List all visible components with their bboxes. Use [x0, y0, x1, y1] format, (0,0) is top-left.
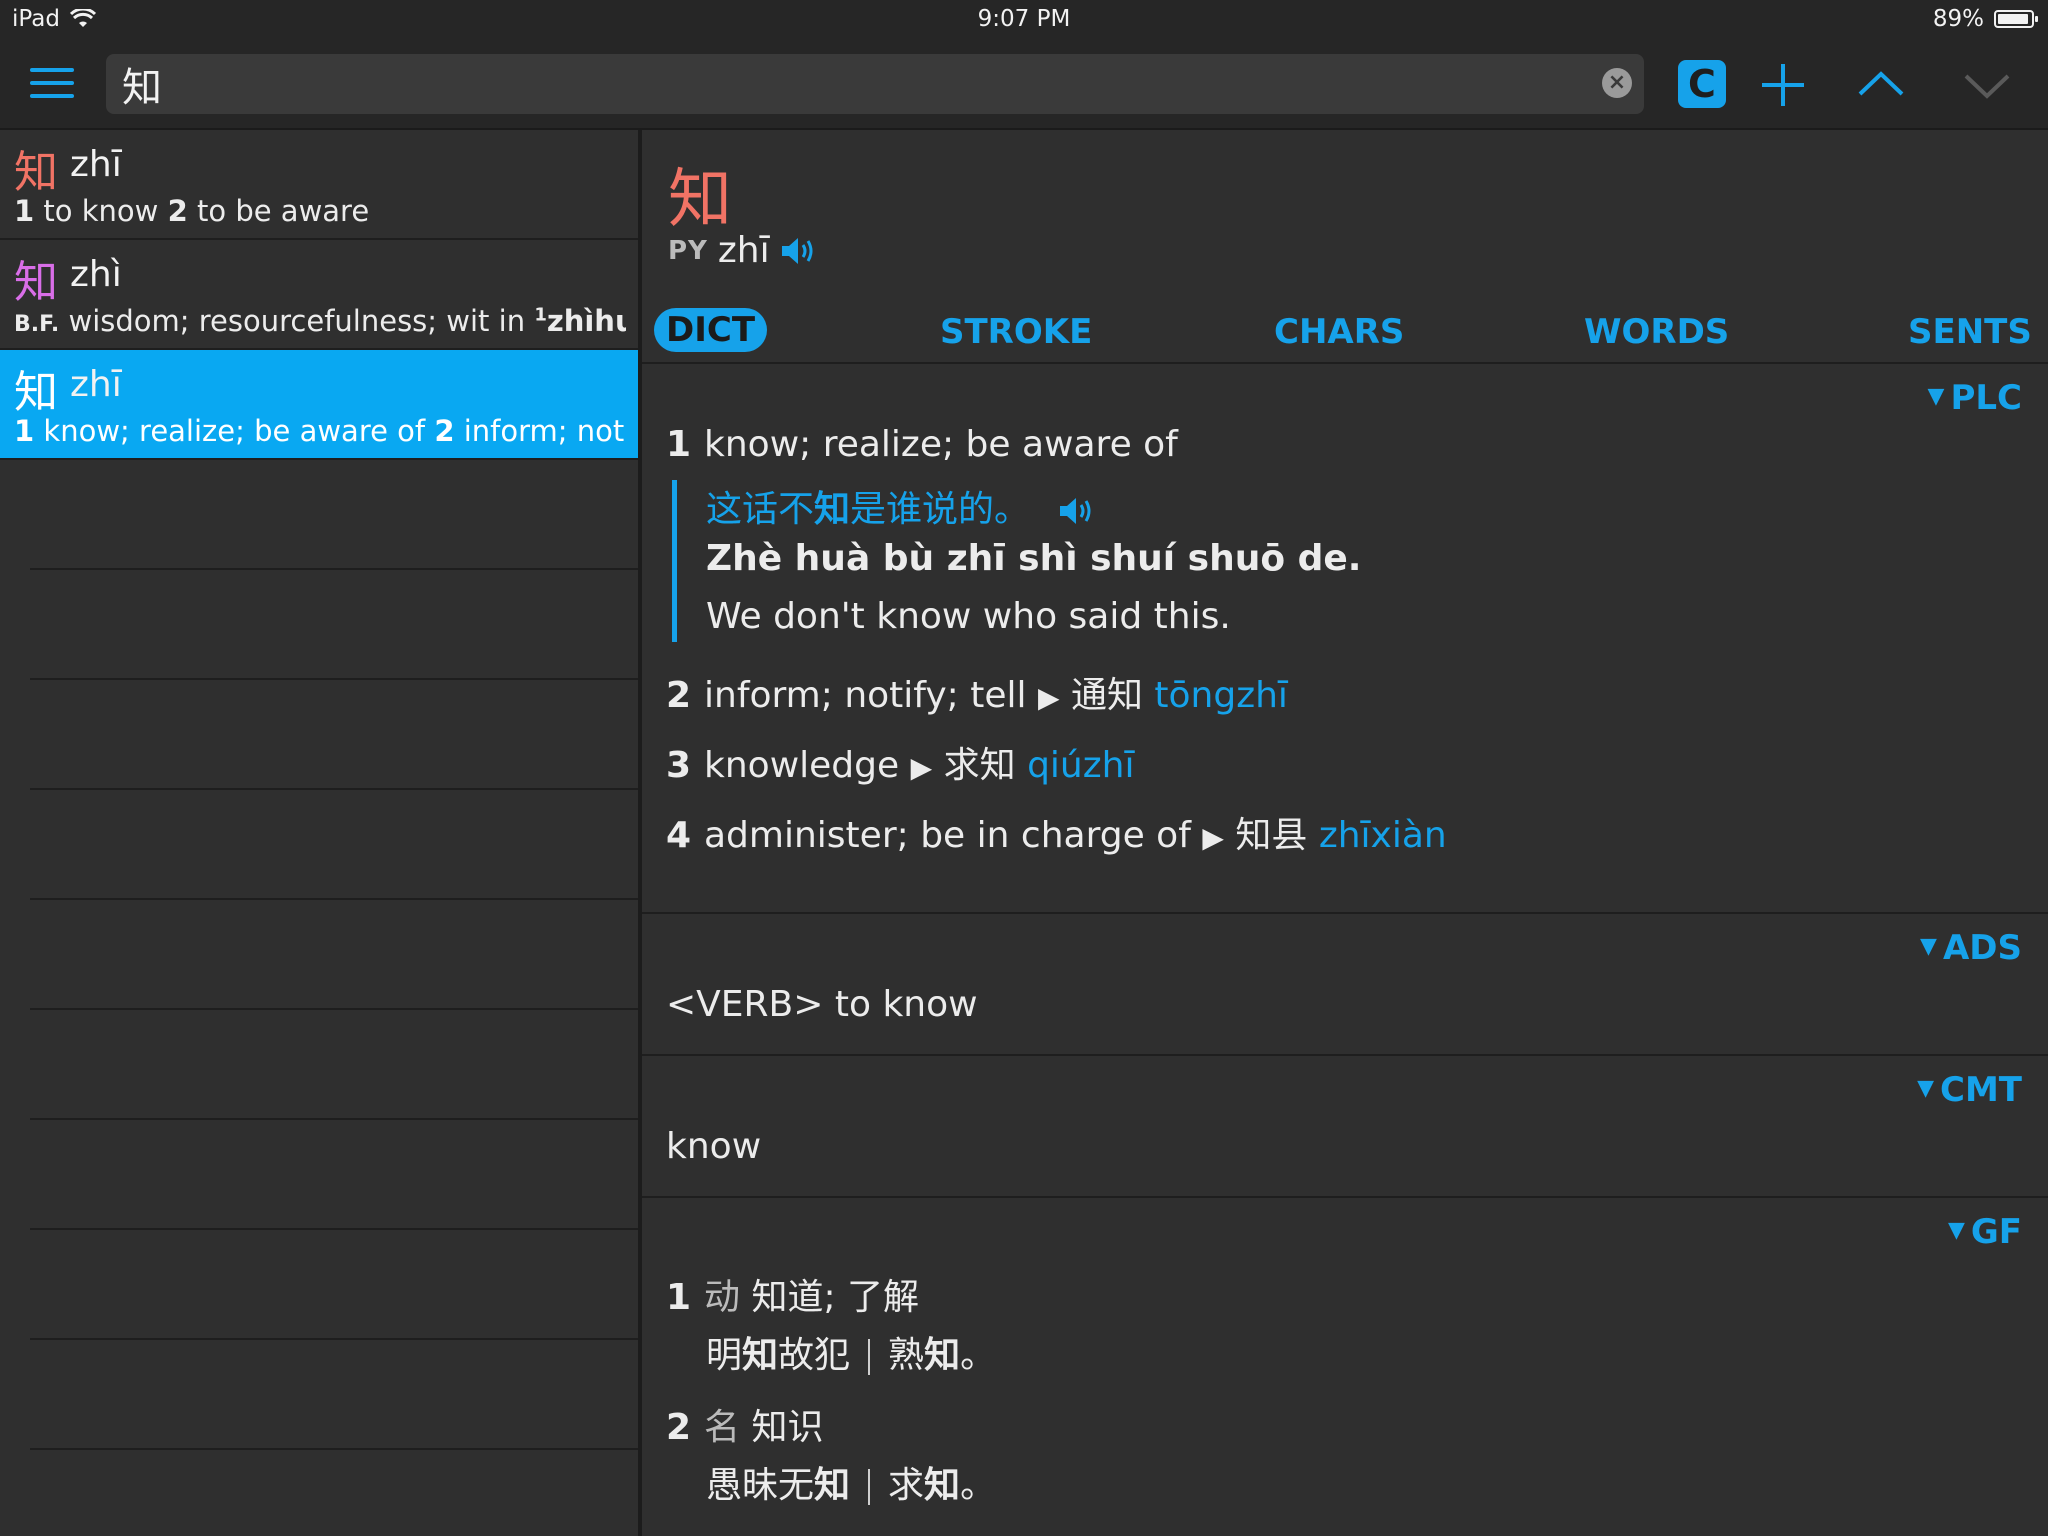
xref-hanzi[interactable]: 知县 [1235, 815, 1307, 856]
result-item[interactable]: 知 zhì B.F. wisdom; resourcefulness; wit … [0, 240, 638, 350]
sense-item: 3 knowledge ▶ 求知 qiúzhī [666, 745, 1135, 786]
empty-row [30, 680, 638, 790]
detail-tabs: DICT STROKE CHARS WORDS SENTS [642, 290, 2048, 364]
xref-hanzi[interactable]: 求知 [944, 745, 1016, 786]
chevron-down-icon[interactable] [1960, 58, 2014, 112]
tab-sents[interactable]: SENTS [1908, 312, 2032, 352]
detail-pinyin: zhī [717, 230, 770, 271]
section-toggle-plc[interactable]: ▼ PLC [1928, 378, 2022, 418]
clear-search-icon[interactable]: × [1602, 68, 1632, 98]
empty-row [30, 1010, 638, 1120]
battery-icon [1994, 10, 2038, 28]
result-gloss: 1 know; realize; be aware of 2 inform; n… [14, 414, 626, 448]
battery-percent: 89% [1932, 6, 1984, 32]
result-gloss: 1 to know 2 to be aware [14, 194, 370, 228]
empty-row [30, 1340, 638, 1450]
search-input[interactable] [120, 60, 1564, 108]
empty-row [30, 570, 638, 680]
empty-row [30, 1120, 638, 1230]
chevron-up-icon[interactable] [1854, 58, 1908, 112]
status-bar: iPad 9:07 PM 89% [0, 0, 2048, 40]
example-pinyin: Zhè huà bù zhī shì shuí shuō de. [706, 538, 1362, 579]
section-toggle-cmt[interactable]: ▼ CMT [1917, 1070, 2022, 1110]
speaker-icon[interactable] [1058, 495, 1096, 527]
pinyin-label: PY [668, 235, 708, 266]
example-translation: We don't know who said this. [706, 596, 1231, 637]
entry-detail: 知 PY zhī DICT STROKE CHARS WORDS SENTS ▼… [642, 130, 2048, 1536]
speaker-icon[interactable] [780, 235, 818, 267]
tab-stroke[interactable]: STROKE [940, 312, 1092, 352]
result-item[interactable]: 知 zhī 1 to know 2 to be aware [0, 130, 638, 240]
clock: 9:07 PM [977, 6, 1071, 32]
section-toggle-gf[interactable]: ▼ GF [1948, 1212, 2022, 1252]
tab-words[interactable]: WORDS [1584, 312, 1729, 352]
detail-pinyin-line: PY zhī [668, 230, 818, 271]
sense-item: 4 administer; be in charge of ▶ 知县 zhīxià… [666, 815, 1447, 856]
cmt-definition: know [666, 1126, 762, 1167]
xref-pinyin[interactable]: zhīxiàn [1319, 815, 1447, 856]
menu-icon[interactable] [30, 68, 74, 102]
empty-row [30, 790, 638, 900]
xref-pinyin[interactable]: tōngzhī [1154, 675, 1288, 716]
result-item-selected[interactable]: 知 zhī 1 know; realize; be aware of 2 inf… [0, 350, 638, 460]
example-hanzi: 这话不知是谁说的。 [706, 480, 1096, 532]
search-bar: × [106, 54, 1644, 114]
add-icon[interactable] [1756, 58, 1810, 112]
empty-row [30, 1230, 638, 1340]
empty-row [30, 900, 638, 1010]
result-pinyin: zhī [70, 144, 122, 185]
result-hanzi: 知 [14, 257, 58, 308]
toolbar: × C [0, 40, 2048, 130]
result-pinyin: zhì [70, 254, 122, 295]
xref-pinyin[interactable]: qiúzhī [1027, 745, 1134, 786]
gf-examples: 愚昧无知 求知。 [706, 1465, 997, 1506]
result-pinyin: zhī [70, 364, 122, 405]
section-cmt: ▼ CMT know [642, 1056, 2048, 1198]
result-gloss: B.F. wisdom; resourcefulness; wit in 1zh… [14, 304, 626, 338]
xref-hanzi[interactable]: 通知 [1071, 675, 1143, 716]
section-plc: ▼ PLC 1 know; realize; be aware of 这话不知是谁说… [642, 364, 2048, 914]
detail-headword: 知 [668, 163, 732, 237]
tab-chars[interactable]: CHARS [1274, 312, 1404, 352]
clipboard-reader-button[interactable]: C [1678, 60, 1726, 108]
results-list: 知 zhī 1 to know 2 to be aware 知 zhì B.F.… [0, 130, 642, 1536]
gf-sense: 1动 知道; 了解 [666, 1277, 920, 1318]
section-ads: ▼ ADS <VERB> to know [642, 914, 2048, 1056]
section-toggle-ads[interactable]: ▼ ADS [1920, 928, 2022, 968]
section-gf: ▼ GF 1动 知道; 了解 明知故犯 熟知。 2名 知识 愚昧无知 求知。 [642, 1198, 2048, 1536]
gf-sense: 2名 知识 [666, 1407, 824, 1448]
result-hanzi: 知 [14, 147, 58, 198]
result-hanzi: 知 [14, 367, 58, 418]
gf-examples: 明知故犯 熟知。 [706, 1335, 997, 1376]
tab-dict[interactable]: DICT [654, 308, 768, 352]
example-bar [672, 480, 677, 642]
empty-row [30, 460, 638, 570]
sense-item: 1 know; realize; be aware of [666, 424, 1178, 465]
ads-definition: <VERB> to know [666, 984, 978, 1025]
sense-item: 2 inform; notify; tell ▶ 通知 tōngzhī [666, 675, 1288, 716]
